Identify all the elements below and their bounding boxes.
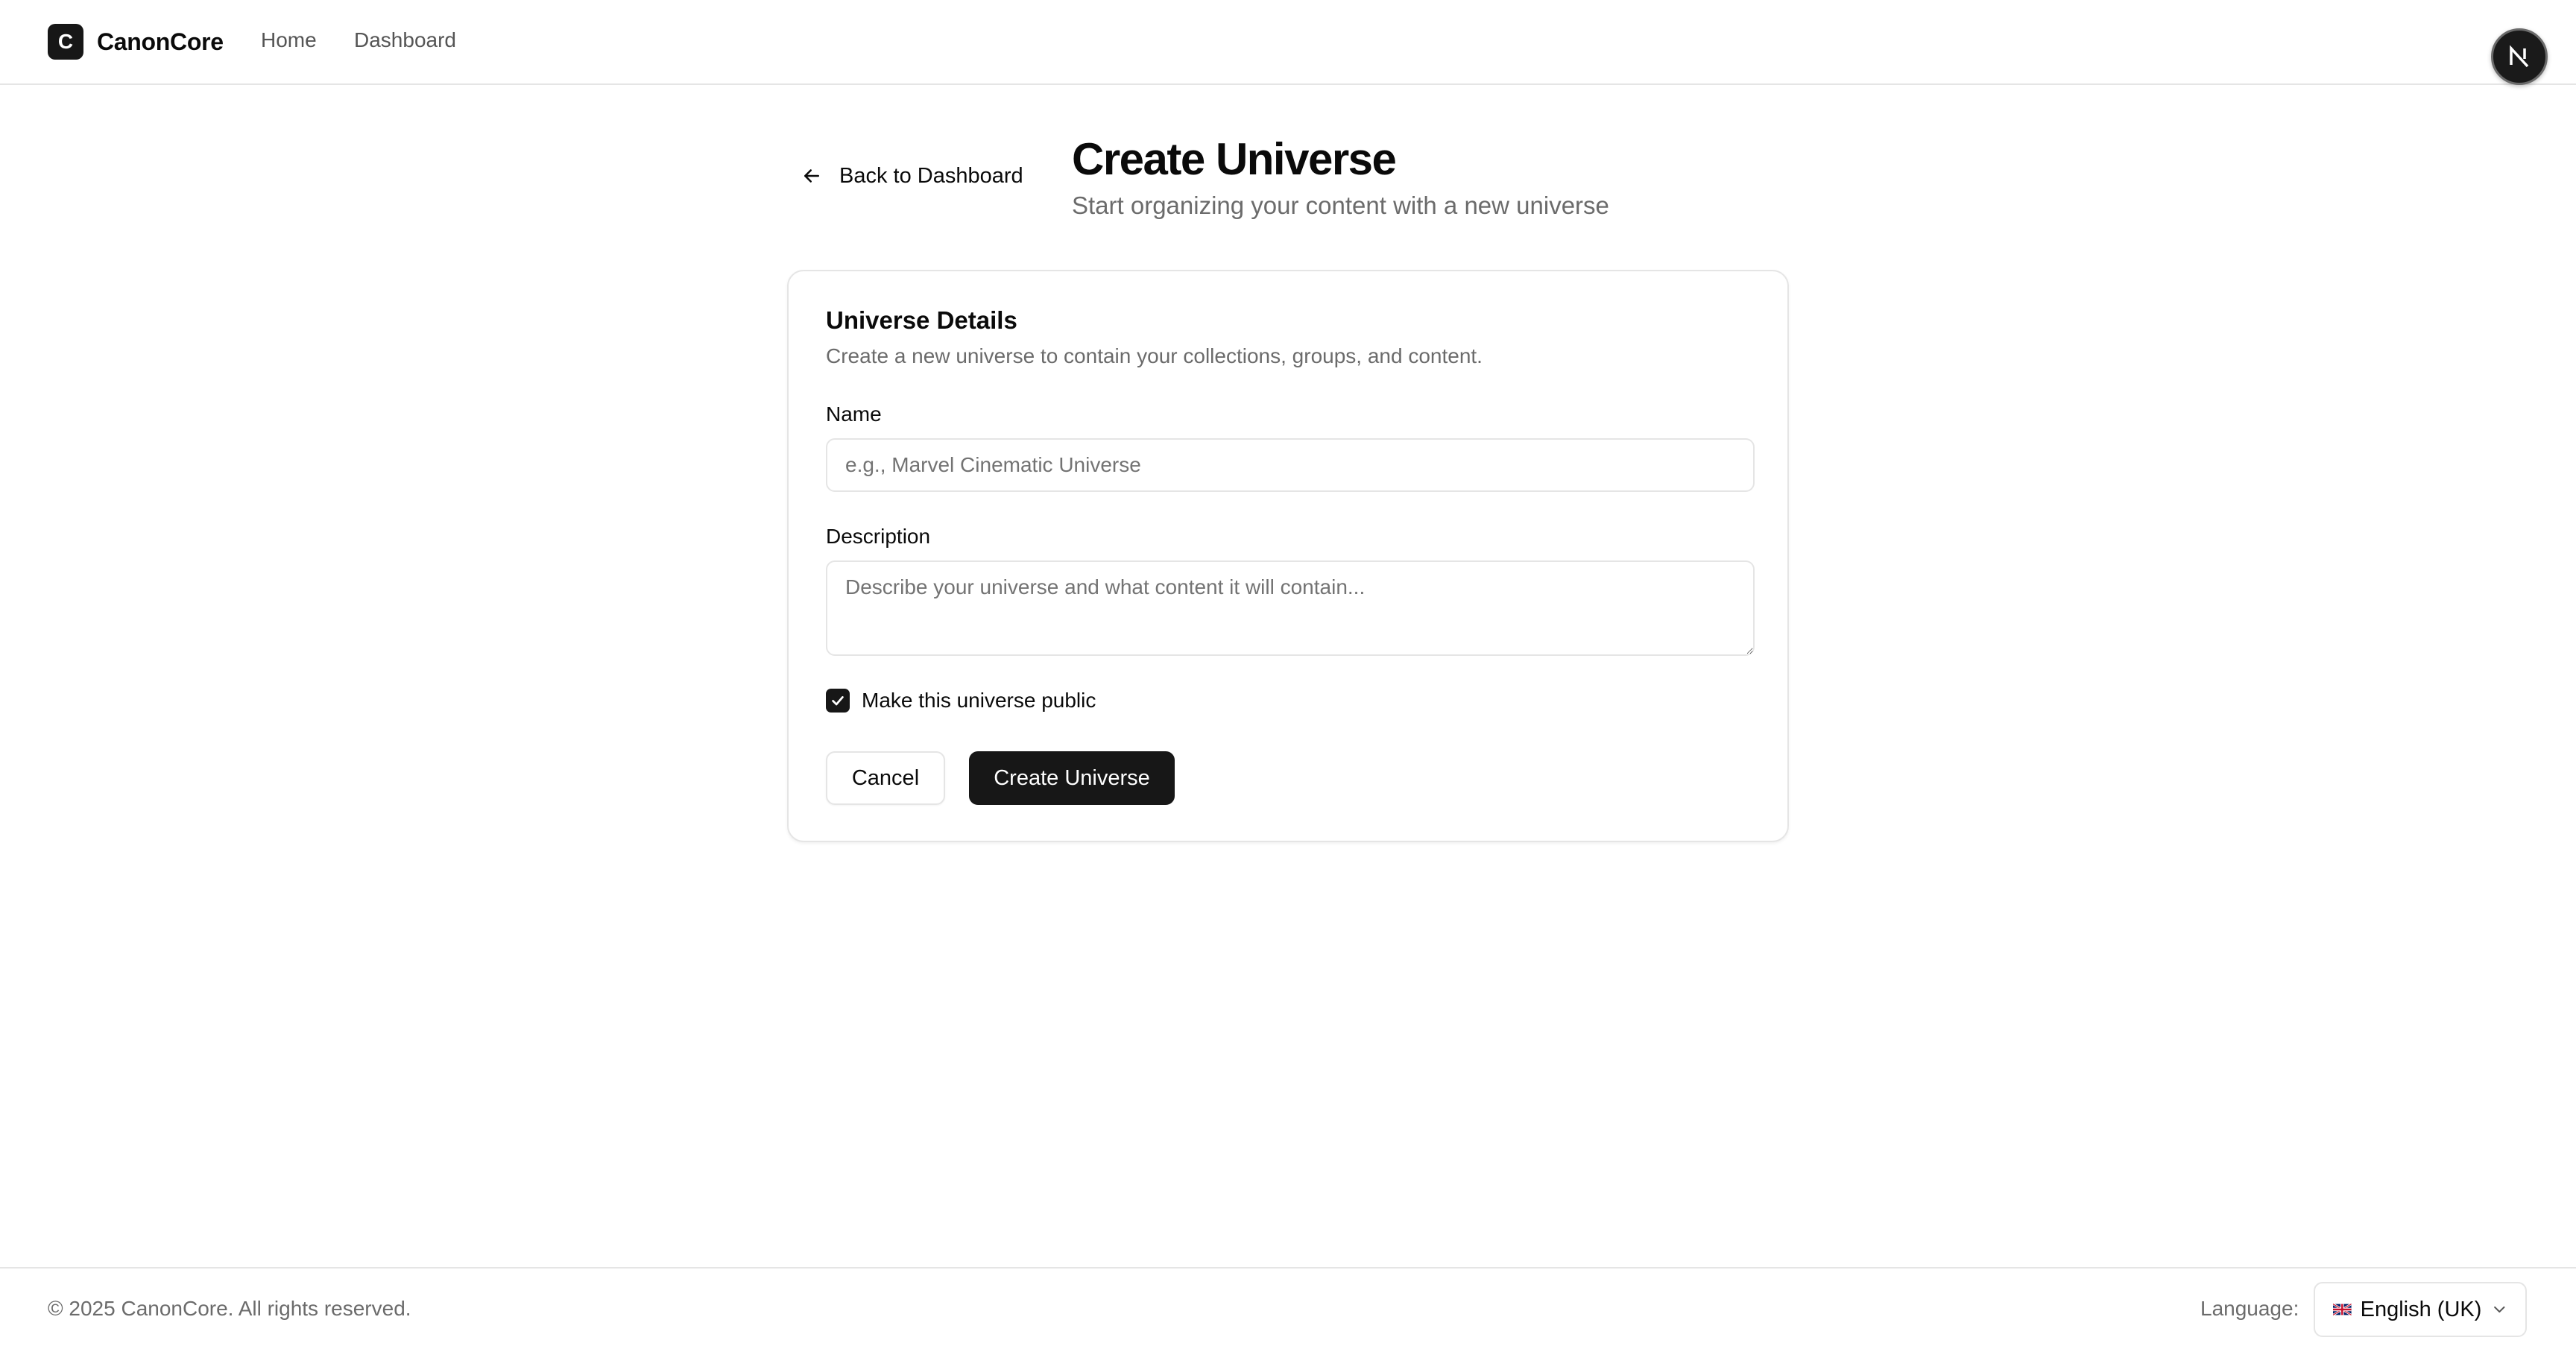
card-description: Create a new universe to contain your co… bbox=[826, 344, 1483, 367]
cancel-button[interactable]: Cancel bbox=[826, 751, 945, 805]
public-toggle-row[interactable]: Make this universe public bbox=[826, 689, 1096, 713]
public-checkbox[interactable] bbox=[826, 689, 850, 713]
user-avatar[interactable] bbox=[2491, 28, 2548, 85]
create-universe-button[interactable]: Create Universe bbox=[969, 751, 1175, 805]
language-select[interactable]: English (UK) bbox=[2314, 1282, 2527, 1337]
avatar-logo-icon bbox=[2510, 45, 2529, 68]
page-title: Create Universe bbox=[1072, 134, 1397, 184]
back-to-dashboard-button[interactable]: Back to Dashboard bbox=[787, 155, 1037, 197]
arrow-left-icon bbox=[804, 169, 819, 183]
language-label: Language: bbox=[2200, 1297, 2299, 1320]
back-button-label: Back to Dashboard bbox=[839, 163, 1023, 188]
description-textarea[interactable] bbox=[826, 560, 1755, 656]
brand-name: CanonCore bbox=[97, 28, 224, 55]
nav-dashboard-link[interactable]: Dashboard bbox=[354, 28, 456, 52]
page-footer: © 2025 CanonCore. All rights reserved. L… bbox=[0, 1267, 2576, 1349]
card-title: Universe Details bbox=[826, 306, 1017, 334]
top-navbar: C CanonCore Home Dashboard bbox=[0, 0, 2576, 85]
nav-home-link[interactable]: Home bbox=[261, 28, 317, 52]
brand-logo-link[interactable]: C CanonCore bbox=[48, 24, 224, 60]
language-value: English (UK) bbox=[2360, 1297, 2482, 1321]
uk-flag-icon bbox=[2333, 1304, 2352, 1315]
copyright-text: © 2025 CanonCore. All rights reserved. bbox=[48, 1297, 411, 1320]
check-icon bbox=[832, 696, 844, 706]
name-input[interactable] bbox=[826, 438, 1755, 492]
name-label: Name bbox=[826, 402, 882, 426]
universe-details-card: Universe Details Create a new universe t… bbox=[787, 270, 1789, 842]
page-subtitle: Start organizing your content with a new… bbox=[1072, 192, 1609, 219]
logo-icon: C bbox=[48, 24, 83, 60]
chevron-down-icon bbox=[2494, 1306, 2505, 1313]
description-label: Description bbox=[826, 525, 931, 548]
public-checkbox-label: Make this universe public bbox=[862, 689, 1096, 712]
